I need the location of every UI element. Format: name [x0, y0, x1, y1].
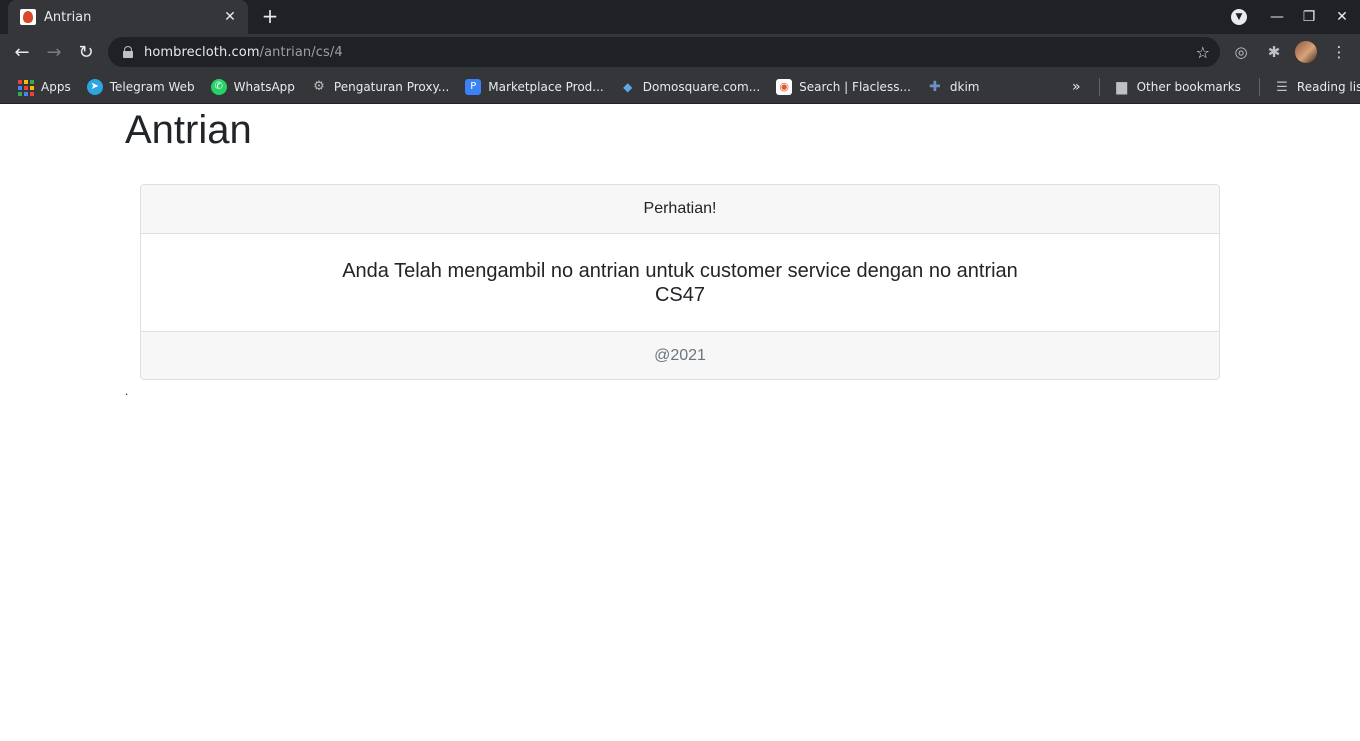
bookmarks-divider: [1258, 78, 1260, 96]
browser-chrome: Antrian ✕ + ▼ — ❐ ✕ ← → ↻ hombrecloth.co…: [0, 0, 1360, 104]
toolbar: ← → ↻ hombrecloth.com/antrian/cs/4 ☆ ◎ ✱…: [0, 34, 1360, 70]
bookmark-whatsapp[interactable]: ✆ WhatsApp: [205, 74, 301, 100]
bookmarks-overflow-icon[interactable]: »: [1066, 74, 1087, 100]
minimize-icon[interactable]: —: [1261, 0, 1293, 34]
bookmark-star-icon[interactable]: ☆: [1196, 43, 1210, 62]
card-header: Perhatian!: [141, 185, 1219, 234]
bookmark-label: Search | Flacless...: [799, 79, 911, 94]
forward-icon[interactable]: →: [40, 38, 68, 66]
url-text[interactable]: hombrecloth.com/antrian/cs/4: [144, 45, 1196, 60]
reading-list-icon: ☰: [1276, 79, 1288, 95]
card-body: Anda Telah mengambil no antrian untuk cu…: [141, 234, 1219, 331]
bookmarks-right: » ▆ Other bookmarks ☰ Reading list: [1066, 70, 1360, 104]
queue-number: CS47: [654, 283, 706, 306]
bookmark-label: Telegram Web: [109, 79, 195, 94]
proxy-icon: ⚙: [313, 79, 325, 94]
profile-avatar[interactable]: [1295, 41, 1317, 63]
queue-message: Anda Telah mengambil no antrian untuk cu…: [342, 259, 1018, 282]
tab-search-icon[interactable]: ▼: [1223, 0, 1255, 34]
back-icon[interactable]: ←: [8, 38, 36, 66]
restore-icon[interactable]: ❐: [1293, 0, 1325, 34]
other-bookmarks-label: Other bookmarks: [1136, 80, 1241, 94]
reload-icon[interactable]: ↻: [72, 38, 100, 66]
reading-list-label: Reading list: [1296, 80, 1360, 94]
trailing-text: .: [125, 384, 129, 398]
card-footer: @2021: [141, 331, 1219, 379]
reading-list-button[interactable]: ☰ Reading list: [1268, 74, 1360, 100]
bookmark-label: WhatsApp: [233, 79, 295, 94]
bookmark-label: Pengaturan Proxy...: [333, 79, 450, 94]
site-favicon-icon: [20, 9, 36, 25]
telegram-icon: ➤: [86, 78, 103, 95]
search-site-icon: ◉: [776, 78, 793, 95]
menu-kebab-icon[interactable]: ⋮: [1327, 40, 1351, 64]
bookmark-dkim[interactable]: ✚ dkim: [921, 74, 986, 100]
page-content: Antrian Perhatian! Anda Telah mengambil …: [0, 104, 1360, 741]
marketplace-icon: P: [465, 78, 482, 95]
tab-antrian[interactable]: Antrian ✕: [8, 0, 248, 34]
bookmark-label: Marketplace Prod...: [488, 79, 604, 94]
bookmark-pengaturan-proxy[interactable]: ⚙ Pengaturan Proxy...: [305, 74, 455, 100]
puzzle-icon: ✚: [929, 78, 941, 95]
bookmark-label: dkim: [949, 79, 980, 94]
bookmark-label: Domosquare.com...: [642, 79, 761, 94]
whatsapp-icon: ✆: [210, 78, 227, 95]
address-bar[interactable]: hombrecloth.com/antrian/cs/4 ☆: [108, 37, 1220, 67]
apps-grid-icon: [18, 79, 34, 96]
tab-title: Antrian: [44, 9, 92, 25]
bookmark-apps[interactable]: Apps: [12, 74, 77, 100]
folder-icon: ▆: [1116, 79, 1127, 95]
bookmarks-divider: [1098, 78, 1100, 96]
cube-icon: ◆: [623, 79, 633, 94]
bookmark-search-flacless[interactable]: ◉ Search | Flacless...: [770, 74, 917, 100]
globe-extension-icon[interactable]: ◎: [1229, 40, 1253, 64]
new-tab-icon[interactable]: +: [258, 4, 282, 28]
bookmark-marketplace[interactable]: P Marketplace Prod...: [459, 74, 609, 100]
url-host: hombrecloth.com: [144, 44, 260, 60]
url-path: /antrian/cs/4: [259, 44, 343, 60]
tab-strip: Antrian ✕ + ▼ — ❐ ✕: [0, 0, 1360, 34]
queue-card: Perhatian! Anda Telah mengambil no antri…: [140, 184, 1220, 380]
bookmark-label: Apps: [41, 79, 71, 94]
page-title: Antrian: [125, 108, 252, 152]
other-bookmarks-folder[interactable]: ▆ Other bookmarks: [1108, 74, 1247, 100]
extensions-puzzle-icon[interactable]: ✱: [1262, 40, 1286, 64]
tab-close-icon[interactable]: ✕: [222, 9, 238, 25]
bookmark-domosquare[interactable]: ◆ Domosquare.com...: [614, 74, 766, 100]
window-close-icon[interactable]: ✕: [1326, 0, 1358, 34]
lock-icon[interactable]: [122, 46, 134, 58]
bookmark-telegram-web[interactable]: ➤ Telegram Web: [81, 74, 201, 100]
